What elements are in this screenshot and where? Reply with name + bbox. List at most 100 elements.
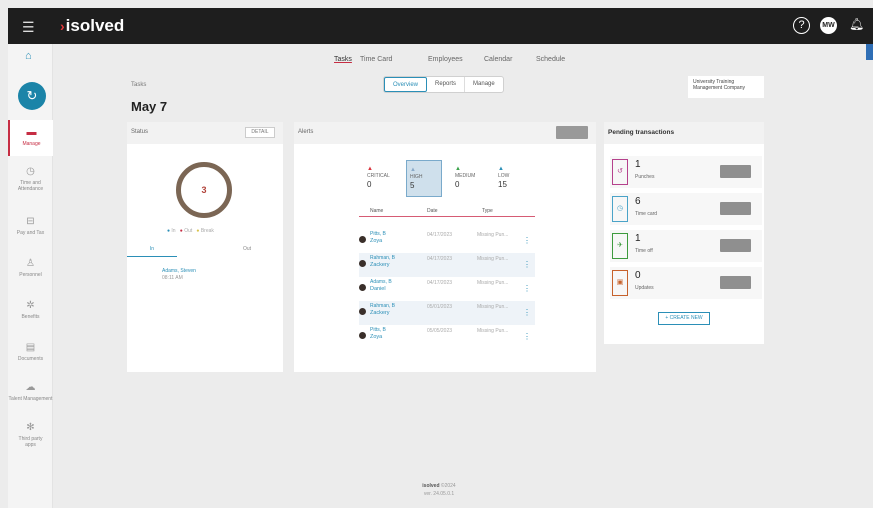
refresh-button[interactable]: ↻ [18, 82, 46, 110]
top-bar: ☰ ›isolved ? MW 🔔︎ [8, 8, 873, 44]
pending-count: 1 [635, 233, 641, 244]
tab-schedule[interactable]: Schedule [536, 56, 565, 63]
pending-punches[interactable]: ↺ 1 Punches [610, 156, 762, 188]
sidebar-item-personnel[interactable]: ♙ Personnel [8, 258, 53, 278]
sidebar-item-manage[interactable]: ▬ Manage [8, 120, 53, 156]
name-first: Zackery [370, 310, 390, 316]
low-icon: ▲ [498, 166, 504, 172]
employee-name[interactable]: Rahman, B Zackery [370, 303, 395, 317]
alert-count: 15 [498, 180, 507, 189]
column-header-type[interactable]: Type [482, 208, 493, 214]
tab-reports[interactable]: Reports [427, 77, 466, 92]
alerts-action-button[interactable] [556, 126, 588, 139]
tab-tasks[interactable]: Tasks [334, 56, 352, 63]
sidebar-item-benefits[interactable]: ✲ Benefits [8, 300, 53, 320]
avatar [359, 284, 366, 291]
pending-count: 1 [635, 159, 641, 170]
pending-time-off[interactable]: ✈ 1 Time off [610, 230, 762, 262]
tab-employees[interactable]: Employees [428, 56, 463, 63]
name-first: Zoya [370, 238, 383, 244]
tab-out[interactable]: Out [227, 243, 267, 255]
row-date: 04/17/2023 [427, 256, 453, 262]
pending-action-button[interactable] [720, 276, 751, 289]
employee-name[interactable]: Adams, B Daniel [370, 279, 392, 293]
more-icon[interactable]: ⋮ [523, 308, 531, 317]
punch-name: Adams, Steven [162, 268, 196, 274]
alerts-card-title: Alerts [294, 122, 596, 144]
tab-calendar[interactable]: Calendar [484, 56, 512, 63]
employee-name[interactable]: Rahman, B Zackery [370, 255, 395, 269]
avatar [359, 332, 366, 339]
menu-icon[interactable]: ☰ [22, 19, 35, 36]
table-row[interactable]: Pitts, B Zoya 04/17/2023 Missing Pun... ⋮ [359, 229, 535, 253]
pending-action-button[interactable] [720, 165, 751, 178]
pending-action-button[interactable] [720, 239, 751, 252]
more-icon[interactable]: ⋮ [523, 236, 531, 245]
time-card-icon: ◷ [612, 196, 628, 222]
more-icon[interactable]: ⋮ [523, 332, 531, 341]
pending-card-title: Pending transactions [604, 122, 764, 144]
pending-action-button[interactable] [720, 202, 751, 215]
pending-label: Punches [635, 174, 655, 180]
briefcase-icon: ▬ [26, 127, 37, 138]
pending-count: 0 [635, 270, 641, 281]
detail-button[interactable]: DETAIL [245, 127, 275, 138]
pending-time-card[interactable]: ◷ 6 Time card [610, 193, 762, 225]
punch-time: 08:11 AM [162, 275, 183, 281]
avatar [359, 260, 366, 267]
sidebar-item-pay-tax[interactable]: ⊟ Pay and Tax [8, 216, 53, 236]
tab-time-card[interactable]: Time Card [360, 56, 392, 63]
alert-label: MEDIUM [455, 173, 476, 179]
employee-name[interactable]: Pitts, B Zoya [370, 327, 386, 341]
table-row[interactable]: Pitts, B Zoya 05/05/2023 Missing Pun... ⋮ [359, 325, 535, 349]
create-new-button[interactable]: + CREATE NEW [658, 312, 710, 325]
help-icon[interactable]: ? [793, 17, 810, 34]
name-last: Rahman, B [370, 255, 396, 261]
table-row[interactable]: Adams, B Daniel 04/17/2023 Missing Pun...… [359, 277, 535, 301]
name-first: Daniel [370, 286, 386, 292]
more-icon[interactable]: ⋮ [523, 284, 531, 293]
brand-logo[interactable]: ›isolved [60, 16, 124, 36]
more-icon[interactable]: ⋮ [523, 260, 531, 269]
alert-high[interactable]: ▲ HIGH 5 [406, 160, 442, 197]
row-type: Missing Pun... [477, 256, 509, 262]
sidebar-item-documents[interactable]: ▤ Documents [8, 342, 53, 362]
name-last: Rahman, B [370, 303, 396, 309]
table-row[interactable]: Rahman, B Zackery 05/01/2023 Missing Pun.… [359, 301, 535, 325]
employee-name[interactable]: Pitts, B Zoya [370, 231, 386, 245]
row-date: 04/17/2023 [427, 232, 453, 238]
alert-count: 5 [410, 181, 415, 190]
alerts-card: Alerts ▲ CRITICAL 0 ▲ HIGH 5 ▲ MEDIUM 0 … [294, 122, 596, 372]
company-name[interactable]: University Training Management Company [688, 76, 764, 98]
sidebar-item-third-party[interactable]: ✻ Third party apps [8, 422, 53, 448]
punch-entry[interactable]: Adams, Steven 08:11 AM [162, 268, 196, 282]
sidebar-item-talent[interactable]: ☁ Talent Management [8, 382, 53, 402]
avatar[interactable]: MW [820, 17, 837, 34]
tab-overview[interactable]: Overview [384, 77, 428, 92]
clock-icon: ◷ [26, 166, 35, 177]
punches-icon: ↺ [612, 159, 628, 185]
side-panel-tab[interactable] [866, 44, 873, 60]
alert-critical[interactable]: ▲ CRITICAL 0 [364, 160, 400, 197]
pending-updates[interactable]: ▣ 0 Updates [610, 267, 762, 299]
home-icon[interactable]: ⌂ [25, 50, 32, 62]
row-type: Missing Pun... [477, 280, 509, 286]
name-last: Pitts, B [370, 327, 386, 333]
page-title: May 7 [131, 99, 168, 114]
table-row[interactable]: Rahman, B Zackery 04/17/2023 Missing Pun.… [359, 253, 535, 277]
row-type: Missing Pun... [477, 232, 509, 238]
column-header-name[interactable]: Name [370, 208, 383, 214]
tab-in[interactable]: In [127, 243, 177, 257]
alert-low[interactable]: ▲ LOW 15 [495, 160, 531, 197]
name-last: Adams, B [370, 279, 392, 285]
brand-arrow: › [60, 18, 65, 34]
tab-manage[interactable]: Manage [465, 77, 503, 92]
pending-label: Time off [635, 248, 653, 254]
column-header-date[interactable]: Date [427, 208, 438, 214]
sidebar-item-time-attendance[interactable]: ◷ Time and Attendance [8, 166, 53, 192]
footer-brand: isolved [422, 483, 440, 489]
alert-label: CRITICAL [367, 173, 390, 179]
bell-icon[interactable]: 🔔︎ [849, 17, 864, 31]
alert-medium[interactable]: ▲ MEDIUM 0 [452, 160, 488, 197]
name-last: Pitts, B [370, 231, 386, 237]
